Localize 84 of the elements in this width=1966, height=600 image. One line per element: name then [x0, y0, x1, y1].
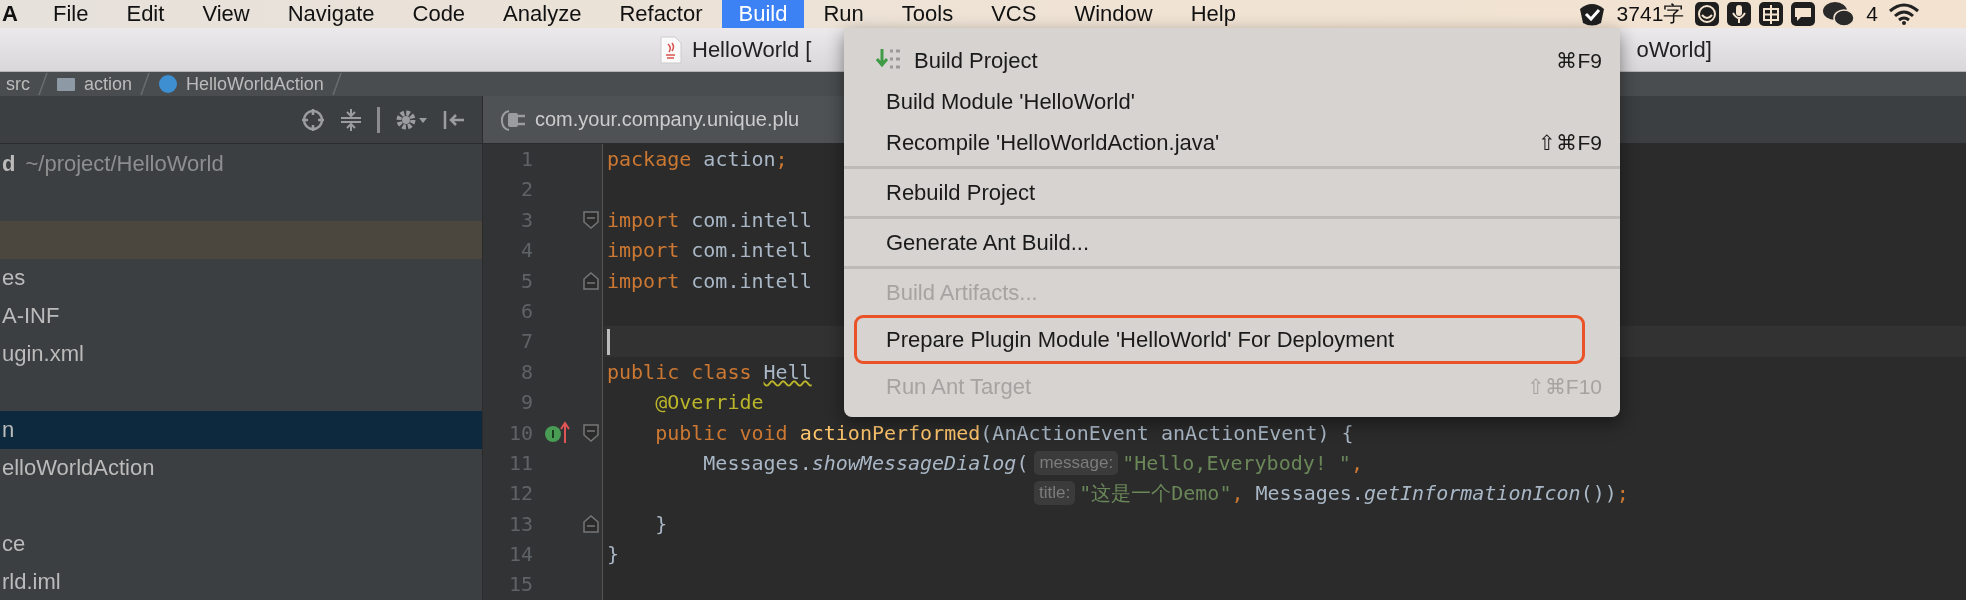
code-annotation: @Override: [655, 389, 764, 417]
smiley-icon[interactable]: [1694, 1, 1721, 27]
chevron-icon: [331, 72, 342, 96]
message-count: 4: [1866, 2, 1878, 26]
code-text: com.intell: [690, 237, 812, 265]
tree-item[interactable]: A-INF: [0, 297, 482, 335]
code-keyword: ;: [1616, 480, 1629, 508]
window-title: HelloWorld [: [692, 36, 812, 63]
tree-item[interactable]: ce: [0, 525, 482, 563]
microphone-icon[interactable]: [1726, 1, 1753, 27]
menu-item[interactable]: Prepare Plugin Module 'HelloWorld' For Deployment: [854, 315, 1585, 364]
code-text: ()): [1580, 480, 1617, 508]
implements-icon[interactable]: [543, 420, 573, 445]
tree-item[interactable]: elloWorldAction: [0, 449, 482, 487]
fold-icon[interactable]: [583, 271, 599, 290]
menu-bar-item[interactable]: Run: [804, 0, 883, 28]
code-text: }: [607, 541, 620, 569]
tree-item[interactable]: ugin.xml: [0, 335, 482, 373]
grid-icon[interactable]: [1758, 1, 1785, 27]
menu-bar-item[interactable]: Build: [721, 0, 805, 28]
folder-icon: [56, 76, 76, 92]
code-text: (: [1016, 449, 1029, 477]
tree-item[interactable]: d: [2, 151, 16, 176]
code-text: Hell: [763, 358, 812, 386]
tree-item[interactable]: rld.iml: [0, 563, 482, 600]
menu-bar-item[interactable]: Refactor: [600, 0, 722, 28]
menu-bar-item[interactable]: Edit: [107, 0, 184, 28]
breadcrumb[interactable]: action: [84, 73, 133, 95]
collapse-icon[interactable]: [339, 107, 363, 132]
menu-bar-item[interactable]: Tools: [882, 0, 973, 28]
menu-bar-item[interactable]: File: [34, 0, 108, 28]
chevron-icon: [38, 72, 48, 96]
menu-bar-item[interactable]: Help: [1171, 0, 1255, 28]
code-keyword: public class: [607, 358, 753, 386]
menu-bar-item[interactable]: View: [183, 0, 269, 28]
class-icon: [158, 74, 179, 94]
speech-bubble-icon[interactable]: [1790, 1, 1817, 27]
chat-bubbles-icon[interactable]: [1822, 1, 1857, 27]
breadcrumb[interactable]: HelloWorldAction: [186, 73, 324, 95]
code-keyword: import: [607, 206, 680, 234]
menu-bar-item[interactable]: VCS: [972, 0, 1056, 28]
code-keyword: ,: [1350, 449, 1363, 477]
code-text: action: [702, 146, 776, 173]
fold-icon[interactable]: [583, 423, 599, 442]
code-keyword: package: [607, 146, 692, 173]
code-keyword: import: [607, 267, 680, 295]
menu-bar-item[interactable]: Window: [1055, 0, 1172, 28]
parameter-hint: message:: [1034, 451, 1119, 476]
code-text: Messages.: [703, 449, 812, 477]
fold-icon[interactable]: [583, 210, 599, 229]
project-path: ~/project/HelloWorld: [25, 151, 224, 176]
code-text: }: [655, 510, 668, 538]
menu-item[interactable]: Rebuild Project: [844, 172, 1620, 213]
code-keyword: ,: [1231, 480, 1245, 508]
menu-item[interactable]: Build Project ⌘F9: [844, 40, 1620, 81]
code-method: getInformationIcon: [1363, 480, 1581, 508]
menu-bar-item[interactable]: Code: [393, 0, 485, 28]
word-count: 3741字: [1616, 1, 1685, 27]
menu-item[interactable]: Generate Ant Build...: [844, 222, 1620, 263]
tree-item[interactable]: n: [0, 411, 482, 449]
parameter-hint: title:: [1034, 481, 1076, 506]
code-string: "Hello,Everybody! ": [1122, 449, 1351, 477]
crosshair-icon[interactable]: [301, 107, 325, 132]
code-keyword: ;: [775, 146, 788, 173]
app-menu[interactable]: A: [0, 1, 34, 27]
wifi-icon[interactable]: [1888, 2, 1920, 26]
breadcrumb[interactable]: src: [6, 73, 30, 95]
code-method: actionPerformed: [799, 419, 981, 447]
code-text: com.intell: [690, 206, 812, 234]
tree-item[interactable]: es: [0, 259, 482, 297]
menu-bar-item[interactable]: Navigate: [268, 0, 394, 28]
java-file-icon: [660, 35, 682, 64]
chevron-icon: [140, 72, 151, 96]
code-text: (AnActionEvent anActionEvent) {: [980, 419, 1354, 447]
fold-icon[interactable]: [583, 514, 599, 533]
menu-bar-item[interactable]: Analyze: [484, 0, 601, 28]
code-text: Messages.: [1255, 480, 1364, 508]
code-text: com.intell: [690, 267, 812, 295]
text-cursor: [607, 328, 610, 355]
code-method: showMessageDialog: [811, 449, 1017, 477]
window-title: oWorld]: [1636, 36, 1712, 63]
code-keyword: public void: [655, 419, 789, 447]
code-string: "这是一个Demo": [1079, 480, 1232, 508]
code-keyword: import: [607, 237, 680, 265]
